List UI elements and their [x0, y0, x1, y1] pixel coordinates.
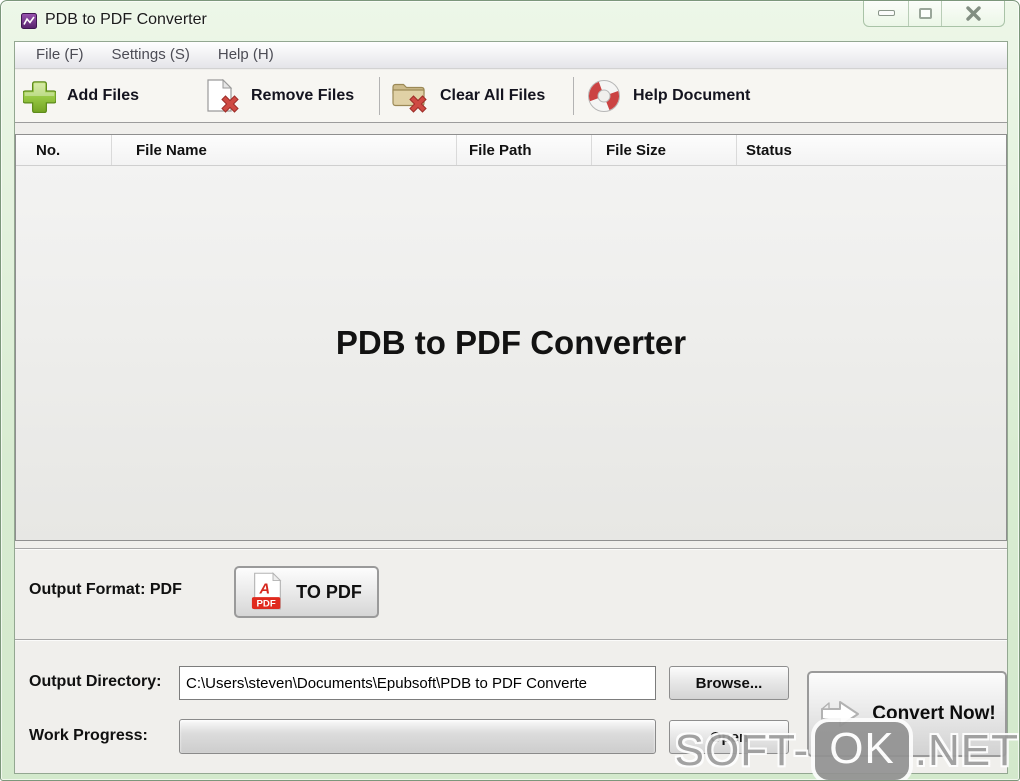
- work-progress-label: Work Progress:: [29, 727, 148, 744]
- separator: [15, 548, 1007, 549]
- browse-button[interactable]: Browse...: [669, 666, 789, 700]
- menubar: File (F) Settings (S) Help (H): [15, 42, 1007, 69]
- output-directory-label: Output Directory:: [29, 673, 162, 690]
- add-files-label: Add Files: [67, 87, 140, 104]
- titlebar[interactable]: PDB to PDF Converter: [1, 1, 1019, 41]
- add-files-button[interactable]: Add Files: [23, 70, 139, 122]
- app-icon: [21, 13, 37, 29]
- minimize-button[interactable]: [864, 1, 909, 26]
- help-document-button[interactable]: Help Document: [586, 70, 750, 122]
- pdf-file-icon: A PDF: [252, 571, 282, 609]
- close-icon: [965, 5, 981, 21]
- file-table-body[interactable]: PDB to PDF Converter: [16, 166, 1006, 540]
- file-table: No. File Name File Path File Size Status…: [15, 134, 1007, 541]
- toolbar: Add Files Remove Files Clear All Files H…: [15, 70, 1007, 123]
- work-progress-bar: [179, 719, 656, 754]
- add-files-icon: [23, 80, 56, 113]
- minimize-icon: [877, 10, 895, 16]
- remove-files-button[interactable]: Remove Files: [204, 70, 354, 122]
- app-window: PDB to PDF Converter File (F) Settings (…: [0, 0, 1020, 781]
- column-header-status[interactable]: Status: [737, 135, 1006, 165]
- help-document-icon: [588, 80, 620, 112]
- client-area: File (F) Settings (S) Help (H) Add Files: [14, 41, 1008, 774]
- maximize-button[interactable]: [909, 1, 942, 26]
- toolbar-separator: [379, 77, 380, 115]
- column-header-no[interactable]: No.: [16, 135, 112, 165]
- file-table-header: No. File Name File Path File Size Status: [16, 135, 1006, 166]
- watermark-right: .NET: [914, 726, 1019, 775]
- watermark-badge: OK: [811, 718, 913, 780]
- menu-item-file[interactable]: File (F): [23, 42, 97, 68]
- remove-file-icon: [207, 79, 239, 113]
- watermark-left: SOFT-: [674, 726, 810, 775]
- remove-files-label: Remove Files: [251, 87, 355, 104]
- column-header-file-name[interactable]: File Name: [112, 135, 457, 165]
- browse-button-label: Browse...: [695, 674, 763, 692]
- output-format-label: Output Format: PDF: [29, 581, 182, 598]
- output-directory-input[interactable]: [179, 666, 656, 700]
- to-pdf-button[interactable]: A PDF TO PDF: [234, 566, 379, 618]
- clear-all-files-button[interactable]: Clear All Files: [391, 70, 545, 122]
- empty-table-title: PDB to PDF Converter: [335, 324, 687, 361]
- window-controls: [863, 1, 1005, 27]
- svg-text:PDF: PDF: [257, 598, 276, 609]
- column-header-file-path[interactable]: File Path: [457, 135, 592, 165]
- svg-text:A: A: [259, 581, 271, 597]
- separator: [15, 639, 1007, 640]
- clear-all-files-label: Clear All Files: [440, 87, 546, 104]
- column-header-file-size[interactable]: File Size: [592, 135, 737, 165]
- toolbar-separator: [573, 77, 574, 115]
- help-document-label: Help Document: [633, 87, 751, 104]
- window-title: PDB to PDF Converter: [45, 11, 207, 28]
- menu-item-settings[interactable]: Settings (S): [99, 42, 203, 68]
- close-button[interactable]: [942, 1, 1004, 26]
- menu-item-help[interactable]: Help (H): [205, 42, 287, 68]
- clear-all-files-icon: [392, 83, 427, 113]
- maximize-icon: [918, 7, 932, 19]
- to-pdf-button-label: TO PDF: [296, 581, 362, 602]
- site-watermark: SOFT- OK .NET: [674, 718, 1019, 780]
